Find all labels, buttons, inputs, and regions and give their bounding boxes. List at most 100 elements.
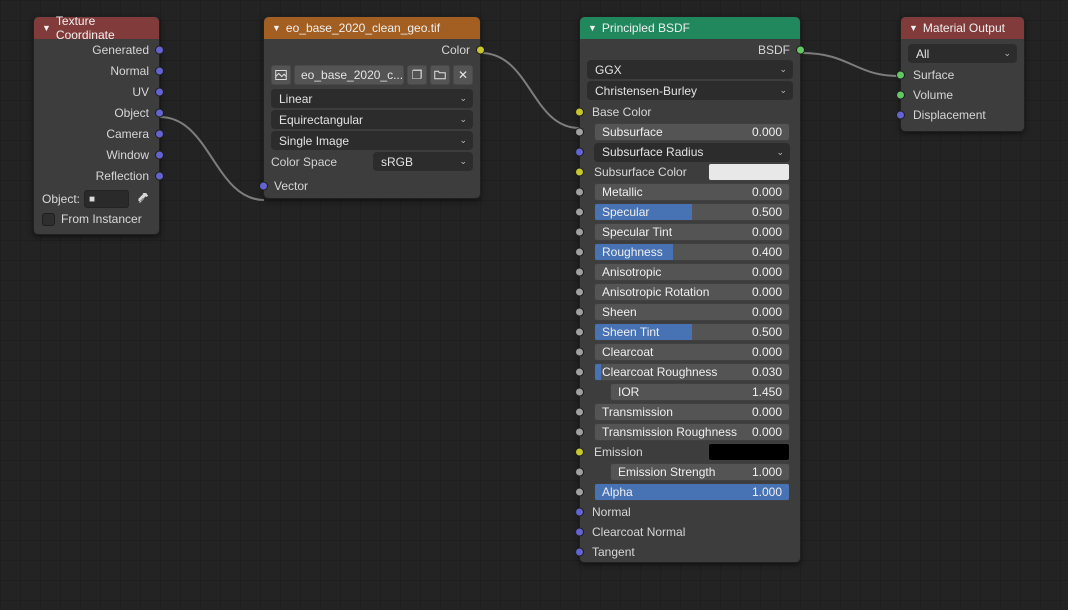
interpolation-dropdown[interactable]: Linear⌄ bbox=[271, 89, 473, 108]
anisotropic-rotation-slider[interactable]: Anisotropic Rotation0.000 bbox=[594, 283, 790, 301]
node-texture-coordinate: ▼ Texture Coordinate GeneratedNormalUVOb… bbox=[33, 16, 160, 235]
alpha-slider[interactable]: Alpha1.000 bbox=[594, 483, 790, 501]
socket-in-clearcoat-roughness bbox=[575, 368, 584, 377]
open-file-icon[interactable] bbox=[430, 65, 450, 85]
from-instancer-label: From Instancer bbox=[61, 212, 142, 226]
socket-out-object bbox=[155, 108, 164, 117]
socket-in-emission bbox=[575, 448, 584, 457]
socket-in-transmission-roughness bbox=[575, 428, 584, 437]
node-title: Material Output bbox=[923, 21, 1005, 35]
anisotropic-slider[interactable]: Anisotropic0.000 bbox=[594, 263, 790, 281]
collapse-icon[interactable]: ▼ bbox=[909, 23, 918, 33]
output-generated: Generated bbox=[34, 39, 159, 60]
input-tangent: Tangent bbox=[580, 542, 800, 562]
subsurface-color-swatch[interactable] bbox=[708, 163, 790, 181]
node-header[interactable]: ▼ Texture Coordinate bbox=[34, 17, 159, 39]
input-alpha: Alpha1.000 bbox=[580, 482, 800, 502]
socket-in-displacement bbox=[896, 111, 905, 120]
distribution-dropdown[interactable]: GGX⌄ bbox=[587, 60, 793, 79]
ior-slider[interactable]: IOR1.450 bbox=[610, 383, 790, 401]
clearcoat-slider[interactable]: Clearcoat0.000 bbox=[594, 343, 790, 361]
image-datablock-icon[interactable] bbox=[271, 65, 291, 85]
input-transmission: Transmission0.000 bbox=[580, 402, 800, 422]
input-specular-tint: Specular Tint0.000 bbox=[580, 222, 800, 242]
color-space-label: Color Space bbox=[271, 155, 337, 169]
input-subsurface-color: Subsurface Color bbox=[580, 162, 800, 182]
eyedropper-icon[interactable] bbox=[133, 190, 151, 208]
socket-out-normal bbox=[155, 66, 164, 75]
socket-in-metallic bbox=[575, 188, 584, 197]
metallic-slider[interactable]: Metallic0.000 bbox=[594, 183, 790, 201]
image-name-field[interactable]: eo_base_2020_c... bbox=[294, 65, 404, 85]
input-displacement: Displacement bbox=[901, 105, 1024, 125]
node-material-output: ▼ Material Output All⌄ SurfaceVolumeDisp… bbox=[900, 16, 1025, 132]
node-header[interactable]: ▼ Material Output bbox=[901, 17, 1024, 39]
sheen-tint-slider[interactable]: Sheen Tint0.500 bbox=[594, 323, 790, 341]
sheen-slider[interactable]: Sheen0.000 bbox=[594, 303, 790, 321]
emission-strength-slider[interactable]: Emission Strength1.000 bbox=[610, 463, 790, 481]
socket-in-clearcoat bbox=[575, 348, 584, 357]
output-uv: UV bbox=[34, 81, 159, 102]
from-instancer-checkbox[interactable] bbox=[42, 213, 55, 226]
socket-in-anisotropic-rotation bbox=[575, 288, 584, 297]
socket-in-alpha bbox=[575, 488, 584, 497]
input-anisotropic-rotation: Anisotropic Rotation0.000 bbox=[580, 282, 800, 302]
transmission-roughness-slider[interactable]: Transmission Roughness0.000 bbox=[594, 423, 790, 441]
socket-in-ior bbox=[575, 388, 584, 397]
node-header[interactable]: ▼ Principled BSDF bbox=[580, 17, 800, 39]
node-header[interactable]: ▼ eo_base_2020_clean_geo.tif bbox=[264, 17, 480, 39]
input-clearcoat: Clearcoat0.000 bbox=[580, 342, 800, 362]
input-subsurface: Subsurface0.000 bbox=[580, 122, 800, 142]
clearcoat-roughness-slider[interactable]: Clearcoat Roughness0.030 bbox=[594, 363, 790, 381]
socket-in-anisotropic bbox=[575, 268, 584, 277]
socket-in-specular bbox=[575, 208, 584, 217]
socket-in-roughness bbox=[575, 248, 584, 257]
socket-in-subsurface bbox=[575, 128, 584, 137]
target-dropdown[interactable]: All⌄ bbox=[908, 44, 1017, 63]
roughness-slider[interactable]: Roughness0.400 bbox=[594, 243, 790, 261]
unlink-icon[interactable]: ✕ bbox=[453, 65, 473, 85]
input-emission: Emission bbox=[580, 442, 800, 462]
socket-in-sheen-tint bbox=[575, 328, 584, 337]
socket-in-subsurface-radius bbox=[575, 148, 584, 157]
input-transmission-roughness: Transmission Roughness0.000 bbox=[580, 422, 800, 442]
users-icon[interactable]: ❐ bbox=[407, 65, 427, 85]
input-subsurface-radius: Subsurface Radius⌄ bbox=[580, 142, 800, 162]
output-color: Color bbox=[264, 39, 480, 60]
collapse-icon[interactable]: ▼ bbox=[272, 23, 281, 33]
color-space-dropdown[interactable]: sRGB⌄ bbox=[373, 152, 473, 171]
collapse-icon[interactable]: ▼ bbox=[42, 23, 51, 33]
object-label: Object: bbox=[42, 192, 80, 206]
socket-out-color bbox=[476, 45, 485, 54]
subsurface-slider[interactable]: Subsurface0.000 bbox=[594, 123, 790, 141]
socket-in-tangent bbox=[575, 548, 584, 557]
subsurface-radius-dropdown[interactable]: Subsurface Radius⌄ bbox=[594, 143, 790, 162]
image-type-dropdown[interactable]: Single Image⌄ bbox=[271, 131, 473, 150]
emission-swatch[interactable] bbox=[708, 443, 790, 461]
collapse-icon[interactable]: ▼ bbox=[588, 23, 597, 33]
input-roughness: Roughness0.400 bbox=[580, 242, 800, 262]
node-title: Principled BSDF bbox=[602, 21, 690, 35]
output-object: Object bbox=[34, 102, 159, 123]
object-picker[interactable]: ■ bbox=[84, 190, 129, 208]
input-clearcoat-normal: Clearcoat Normal bbox=[580, 522, 800, 542]
socket-in-normal bbox=[575, 508, 584, 517]
socket-out-generated bbox=[155, 45, 164, 54]
link-object-to-vector bbox=[160, 117, 264, 200]
input-emission-strength: Emission Strength1.000 bbox=[580, 462, 800, 482]
input-ior: IOR1.450 bbox=[580, 382, 800, 402]
socket-in-subsurface-color bbox=[575, 168, 584, 177]
input-metallic: Metallic0.000 bbox=[580, 182, 800, 202]
output-reflection: Reflection bbox=[34, 165, 159, 186]
transmission-slider[interactable]: Transmission0.000 bbox=[594, 403, 790, 421]
input-normal: Normal bbox=[580, 502, 800, 522]
input-base-color: Base Color bbox=[580, 102, 800, 122]
input-specular: Specular0.500 bbox=[580, 202, 800, 222]
output-bsdf: BSDF bbox=[580, 39, 800, 60]
input-sheen-tint: Sheen Tint0.500 bbox=[580, 322, 800, 342]
projection-dropdown[interactable]: Equirectangular⌄ bbox=[271, 110, 473, 129]
socket-in-volume bbox=[896, 91, 905, 100]
specular-tint-slider[interactable]: Specular Tint0.000 bbox=[594, 223, 790, 241]
specular-slider[interactable]: Specular0.500 bbox=[594, 203, 790, 221]
subsurface-method-dropdown[interactable]: Christensen-Burley⌄ bbox=[587, 81, 793, 100]
